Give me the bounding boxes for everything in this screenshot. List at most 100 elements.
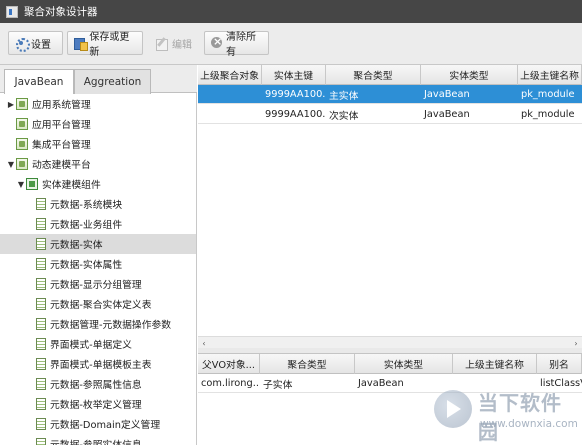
settings-button[interactable]: 设置 — [8, 31, 63, 55]
tree-item[interactable]: 元数据-Domain定义管理 — [0, 414, 196, 434]
tree-item-label: 实体建模组件 — [42, 180, 101, 191]
tree-item[interactable]: 应用平台管理 — [0, 114, 196, 134]
tree-item-label: 动态建模平台 — [32, 160, 91, 171]
app-icon — [6, 5, 18, 18]
entity-icon — [36, 318, 46, 330]
settings-button-label: 设置 — [31, 39, 51, 51]
entity-icon — [36, 358, 46, 370]
column-header[interactable]: 父VO对象... — [198, 354, 260, 374]
watermark-text: 当下软件园 — [478, 391, 562, 444]
column-header[interactable]: 聚合类型 — [260, 354, 355, 374]
module-icon — [16, 138, 28, 150]
tree-item[interactable]: 元数据-实体 — [0, 234, 196, 254]
tree-item[interactable]: ▼ 实体建模组件 — [0, 174, 196, 194]
toolbar: 设置 保存或更新 编辑 清除所有 — [0, 23, 582, 65]
tree-item-label: 元数据-实体 — [50, 240, 103, 251]
horizontal-scrollbar[interactable]: ‹ › — [198, 336, 582, 348]
entity-icon — [36, 398, 46, 410]
tree-item-label: 元数据-业务组件 — [50, 220, 123, 231]
tree-item-label: 元数据-实体属性 — [50, 260, 123, 271]
title-bar: 聚合对象设计器 — [0, 0, 582, 23]
expanded-arrow-icon[interactable]: ▼ — [16, 180, 26, 189]
column-header[interactable]: 上级主键名称 — [453, 354, 537, 374]
tree-item-label: 元数据-枚举定义管理 — [50, 400, 142, 411]
save-update-button-label: 保存或更新 — [89, 32, 130, 58]
edit-button-label: 编辑 — [172, 39, 192, 51]
module-icon — [16, 158, 28, 170]
tree-item[interactable]: 元数据-业务组件 — [0, 214, 196, 234]
tree-item[interactable]: 元数据-显示分组管理 — [0, 274, 196, 294]
column-header[interactable]: 上级主键名称 — [518, 65, 582, 85]
entity-icon — [36, 198, 46, 210]
upper-grid-header: 上级聚合对象 实体主键 聚合类型 实体类型 上级主键名称 — [198, 65, 582, 85]
tab-bar: JavaBean Aggreation — [0, 65, 197, 94]
tab-aggreation[interactable]: Aggreation — [74, 69, 151, 94]
lower-grid-header: 父VO对象... 聚合类型 实体类型 上级主键名称 别名 — [198, 354, 582, 374]
tree-item[interactable]: 集成平台管理 — [0, 134, 196, 154]
component-icon — [26, 178, 38, 190]
column-header[interactable]: 实体类型 — [355, 354, 453, 374]
tree-item-label: 集成平台管理 — [32, 140, 91, 151]
tree-item[interactable]: 元数据-实体属性 — [0, 254, 196, 274]
watermark-logo-icon — [434, 390, 472, 428]
tree-item[interactable]: 元数据-聚合实体定义表 — [0, 294, 196, 314]
gear-icon — [14, 36, 30, 52]
table-cell[interactable]: 9999AA100... — [262, 105, 326, 124]
entity-icon — [36, 438, 46, 445]
table-cell[interactable]: pk_module — [518, 85, 582, 104]
edit-icon — [155, 36, 169, 51]
tree-item[interactable]: ▶ 应用系统管理 — [0, 94, 196, 114]
table-row[interactable]: 9999AA100... 主实体 JavaBean pk_module — [198, 85, 582, 104]
tree-item[interactable]: 元数据管理-元数据操作参数 — [0, 314, 196, 334]
table-cell[interactable] — [198, 85, 262, 104]
tree-item-label: 界面模式-单据模板主表 — [50, 360, 152, 371]
table-cell[interactable]: JavaBean — [421, 85, 518, 104]
clear-icon — [210, 35, 223, 50]
table-cell[interactable]: pk_module — [518, 105, 582, 124]
entity-icon — [36, 278, 46, 290]
tree-item-label: 元数据-参照实体信息 — [50, 437, 142, 445]
tree-item-label: 元数据-参照属性信息 — [50, 380, 142, 391]
column-header[interactable]: 聚合类型 — [326, 65, 421, 85]
clear-all-button[interactable]: 清除所有 — [204, 31, 269, 58]
column-header[interactable]: 实体类型 — [421, 65, 518, 85]
tab-javabean[interactable]: JavaBean — [4, 69, 74, 94]
column-header[interactable]: 别名 — [537, 354, 582, 374]
tree-item-label: 应用系统管理 — [32, 100, 91, 111]
collapsed-arrow-icon[interactable]: ▶ — [6, 100, 16, 109]
tree-item-label: 界面模式-单据定义 — [50, 340, 132, 351]
save-icon — [73, 36, 89, 51]
entity-icon — [36, 378, 46, 390]
entity-icon — [36, 258, 46, 270]
expanded-arrow-icon[interactable]: ▼ — [6, 160, 16, 169]
entity-icon — [36, 218, 46, 230]
table-cell[interactable]: com.lirong.... — [198, 374, 260, 393]
tree-item[interactable]: 界面模式-单据模板主表 — [0, 354, 196, 374]
save-update-button[interactable]: 保存或更新 — [67, 31, 143, 58]
watermark-url: www.downxia.com — [480, 418, 578, 430]
entity-icon — [36, 418, 46, 430]
tree-item[interactable]: ▼ 动态建模平台 — [0, 154, 196, 174]
tree-item[interactable]: 元数据-枚举定义管理 — [0, 394, 196, 414]
tree-item[interactable]: 元数据-参照实体信息 — [0, 434, 196, 445]
edit-button[interactable]: 编辑 — [149, 31, 199, 55]
tree-item-label: 元数据-聚合实体定义表 — [50, 300, 152, 311]
tree-item-label: 元数据-显示分组管理 — [50, 280, 142, 291]
module-icon — [16, 118, 28, 130]
tree-item[interactable]: 界面模式-单据定义 — [0, 334, 196, 354]
tree-item[interactable]: 元数据-系统模块 — [0, 194, 196, 214]
table-cell[interactable]: 主实体 — [326, 85, 421, 104]
tree-item[interactable]: 元数据-参照属性信息 — [0, 374, 196, 394]
clear-all-button-label: 清除所有 — [225, 32, 256, 58]
table-cell[interactable]: 9999AA100... — [262, 85, 326, 104]
tree-item-label: 元数据-系统模块 — [50, 200, 123, 211]
window-title: 聚合对象设计器 — [24, 6, 98, 18]
table-cell[interactable]: 次实体 — [326, 105, 421, 124]
table-cell[interactable] — [198, 105, 262, 124]
table-cell[interactable]: 子实体 — [260, 374, 355, 393]
column-header[interactable]: 实体主键 — [262, 65, 326, 85]
tree-item-label: 应用平台管理 — [32, 120, 91, 131]
table-row[interactable]: 9999AA100... 次实体 JavaBean pk_module — [198, 105, 582, 124]
table-cell[interactable]: JavaBean — [421, 105, 518, 124]
column-header[interactable]: 上级聚合对象 — [198, 65, 262, 85]
